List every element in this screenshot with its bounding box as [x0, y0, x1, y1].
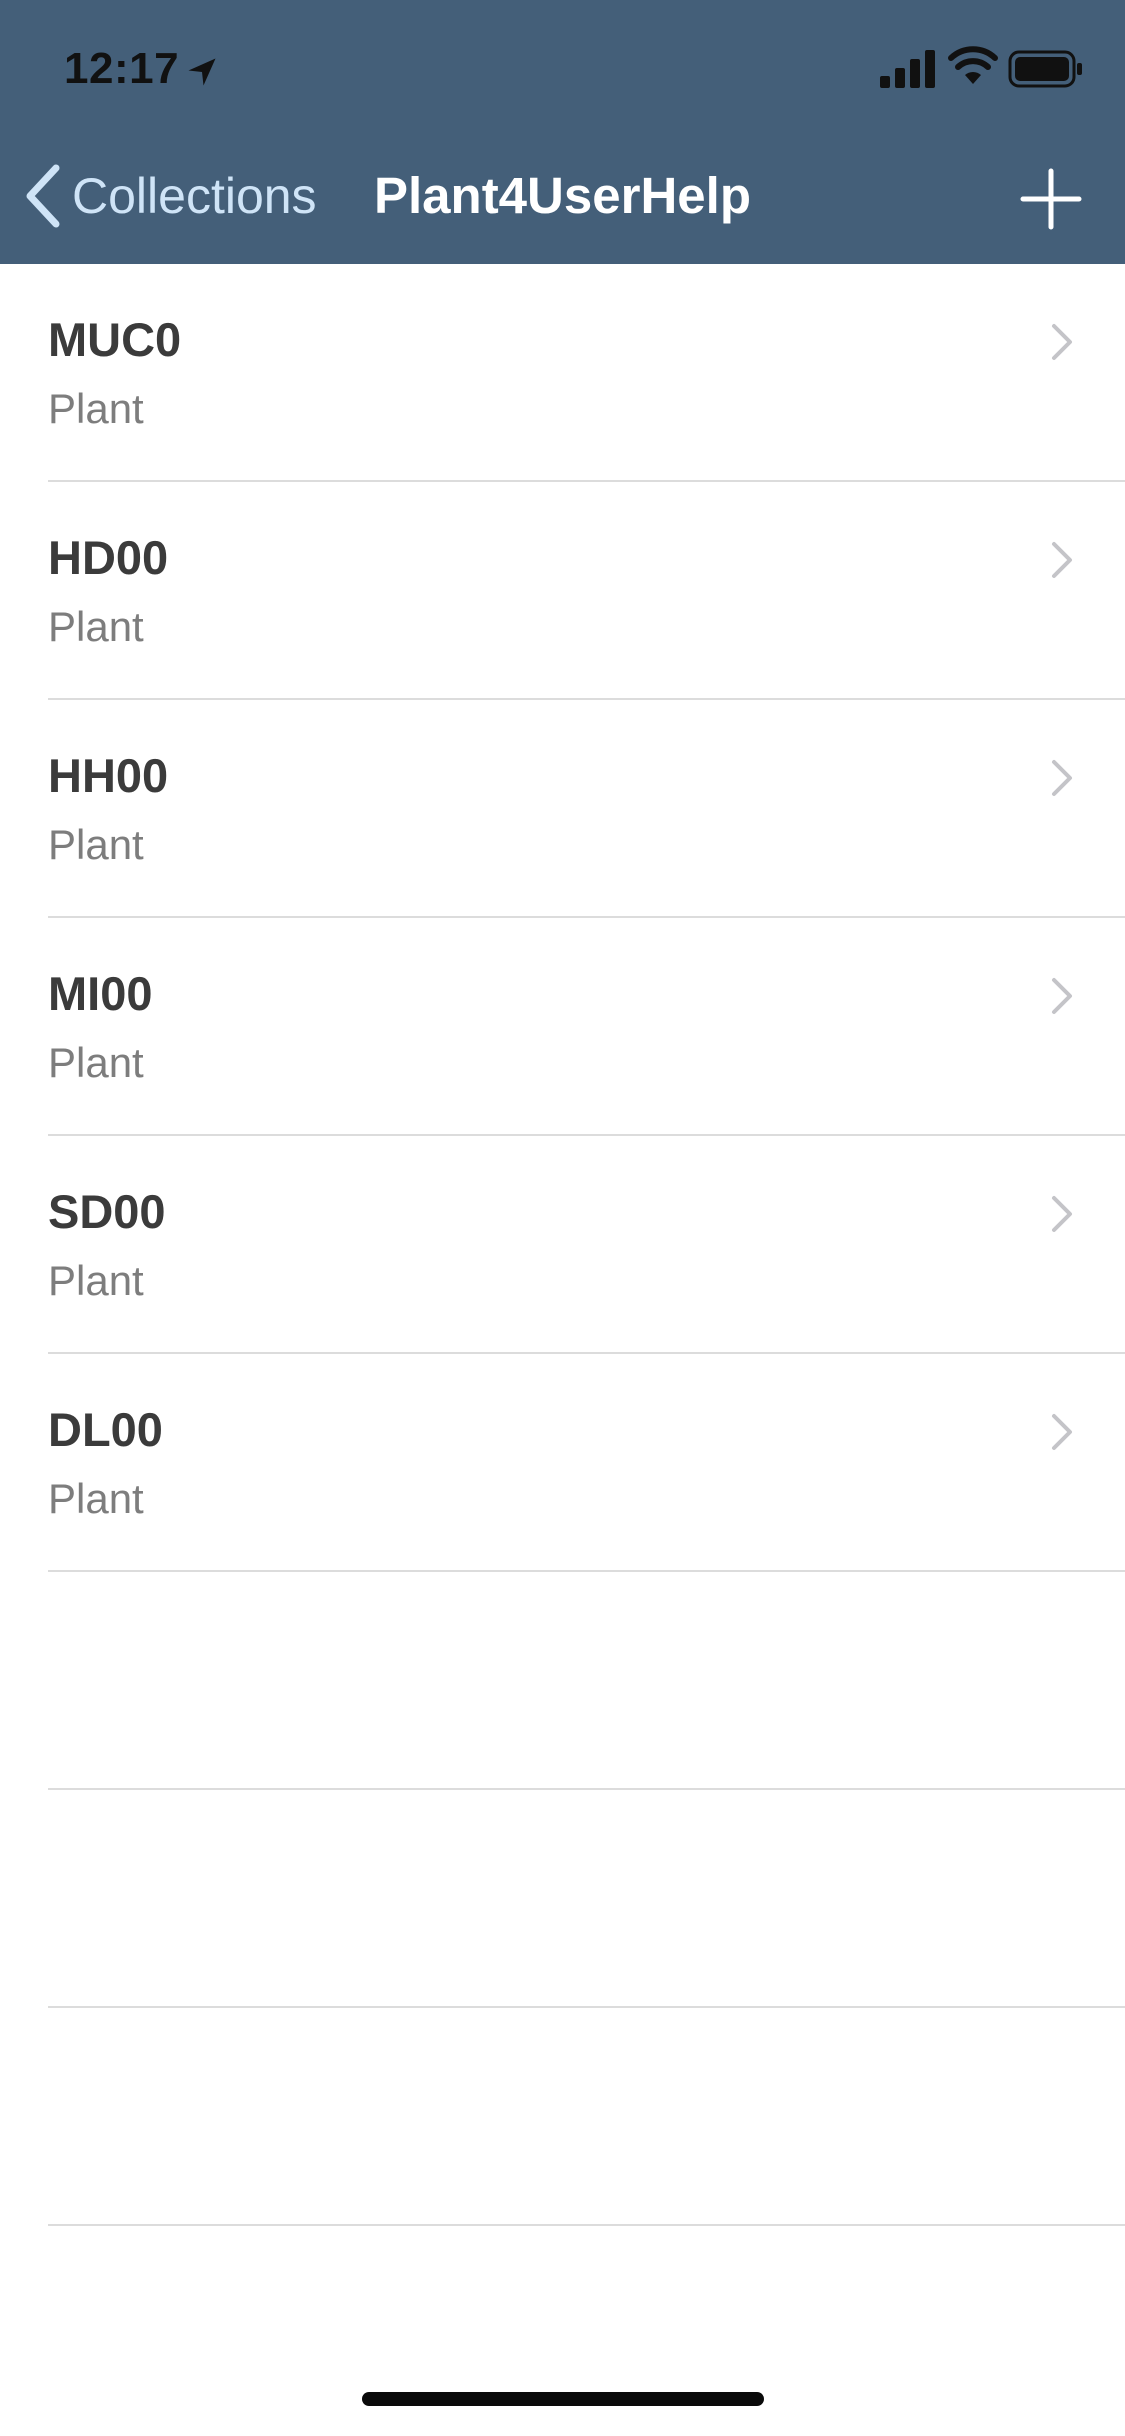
status-time: 12:17 [64, 44, 180, 93]
list-item-title: HH00 [48, 749, 169, 802]
list-item-subtitle: Plant [48, 603, 144, 650]
list-item-hd00[interactable]: HD00 Plant [0, 482, 1125, 700]
empty-row [0, 1790, 1125, 2008]
list-item-sd00[interactable]: SD00 Plant [0, 1136, 1125, 1354]
empty-row [0, 1572, 1125, 1790]
battery-icon [1008, 50, 1082, 88]
list-item-title: MUC0 [48, 313, 182, 366]
plus-icon[interactable] [1020, 168, 1082, 230]
list-item-title: SD00 [48, 1185, 166, 1238]
wifi-icon [948, 46, 998, 84]
empty-row [0, 2008, 1125, 2226]
list-item-title: MI00 [48, 967, 153, 1020]
back-button[interactable]: Collections [22, 160, 317, 232]
chevron-left-icon [26, 164, 60, 228]
chevron-right-icon [1052, 324, 1072, 360]
row-separator [48, 2224, 1125, 2226]
collection-list: MUC0 Plant HD00 Plant HH00 Plant MI00 Pl… [0, 264, 1125, 2226]
list-item-hh00[interactable]: HH00 Plant [0, 700, 1125, 918]
list-item-muc0[interactable]: MUC0 Plant [0, 264, 1125, 482]
page-title: Plant4UserHelp [374, 167, 751, 224]
back-button-label: Collections [72, 168, 317, 224]
list-item-subtitle: Plant [48, 1039, 144, 1086]
chevron-right-icon [1052, 978, 1072, 1014]
navigation-header: 12:17 Collections Plant4UserHelp [0, 0, 1125, 264]
list-item-dl00[interactable]: DL00 Plant [0, 1354, 1125, 1572]
list-item-title: HD00 [48, 531, 169, 584]
cellular-signal-icon [880, 50, 935, 88]
list-item-title: DL00 [48, 1403, 163, 1456]
list-item-subtitle: Plant [48, 385, 144, 432]
home-indicator[interactable] [362, 2392, 764, 2406]
chevron-right-icon [1052, 1196, 1072, 1232]
list-item-mi00[interactable]: MI00 Plant [0, 918, 1125, 1136]
screen: 12:17 Collections Plant4UserHelp MUC0 Pl… [0, 0, 1125, 2436]
list-item-subtitle: Plant [48, 1475, 144, 1522]
chevron-right-icon [1052, 760, 1072, 796]
chevron-right-icon [1052, 542, 1072, 578]
list-item-subtitle: Plant [48, 1257, 144, 1304]
location-arrow-icon [188, 58, 216, 86]
list-item-subtitle: Plant [48, 821, 144, 868]
chevron-right-icon [1052, 1414, 1072, 1450]
